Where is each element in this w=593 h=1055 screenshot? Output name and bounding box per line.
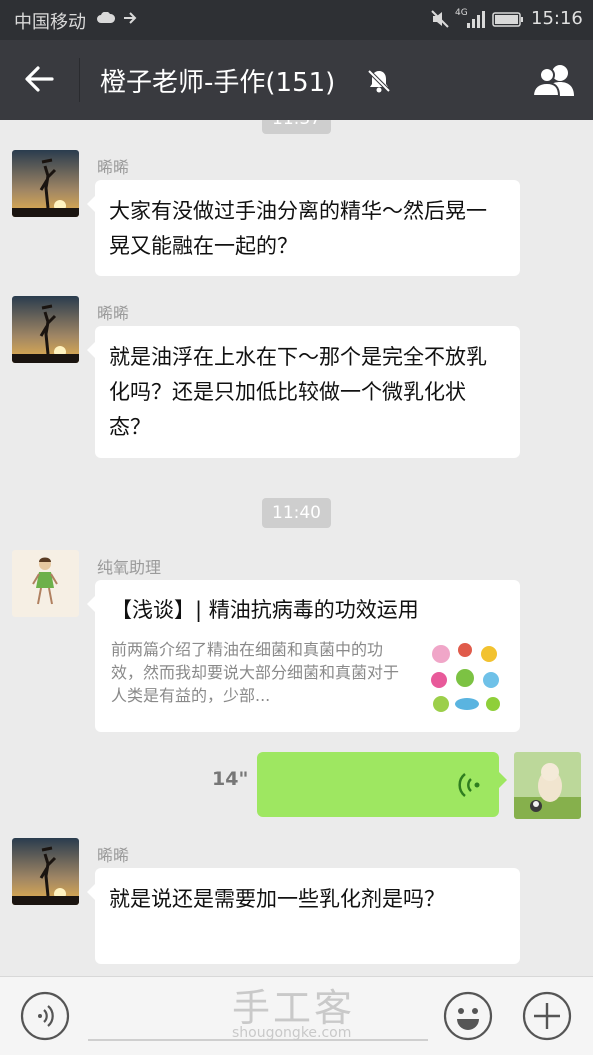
chat-title: 橙子老师-手作(151)	[100, 68, 336, 98]
status-bar: 中国移动 4G 15:16	[0, 0, 593, 40]
emoji-icon[interactable]	[443, 991, 493, 1041]
plus-icon[interactable]	[522, 991, 572, 1041]
input-bar: 手工客 shougongke.com	[0, 976, 593, 1055]
text-message[interactable]: 就是油浮在上水在下～那个是完全不放乳化吗？还是只加低比较做一个微乳化状态？	[87, 326, 520, 458]
avatar-girl-illustration	[32, 557, 58, 605]
card-title: 【浅谈】| 精油抗病毒的功效运用	[111, 598, 419, 622]
message-text: 就是说还是需要加一些乳化剂是吗？	[109, 887, 445, 911]
avatar[interactable]	[12, 838, 79, 905]
message-list[interactable]: 11:37 晞晞 大家有没做过手油分离的精华～然后晃一晃又能融在一起的？ 晞晞 …	[0, 120, 593, 976]
header-divider	[79, 58, 80, 102]
germ-cartoon-thumbnail	[425, 638, 505, 718]
mute-icon	[431, 10, 449, 28]
voice-wave-icon	[458, 773, 480, 797]
watermark-logo: 手工客	[232, 986, 356, 1030]
cloud-icon	[97, 12, 116, 23]
voice-mode-icon[interactable]	[20, 991, 70, 1041]
carrier-label: 中国移动	[14, 12, 86, 33]
group-members-icon[interactable]	[530, 62, 578, 98]
sender-name: 晞晞	[97, 304, 130, 323]
link-card-message[interactable]: 【浅谈】| 精油抗病毒的功效运用 前两篇介绍了精油在细菌和真菌中的功效，然而我却…	[87, 580, 520, 732]
chat-header: 橙子老师-手作(151)	[0, 40, 593, 120]
watermark-url: shougongke.com	[232, 1025, 352, 1041]
avatar-dog-photo	[514, 752, 581, 819]
avatar-sunset-image	[12, 296, 79, 363]
avatar[interactable]	[12, 296, 79, 363]
sender-name: 晞晞	[97, 846, 130, 865]
avatar[interactable]	[12, 550, 79, 617]
avatar-sunset-image	[12, 150, 79, 217]
avatar-sunset-image	[12, 838, 79, 905]
sender-name: 晞晞	[97, 158, 130, 177]
message-text: 就是油浮在上水在下～那个是完全不放乳化吗？还是只加低比较做一个微乳化状态？	[109, 345, 487, 439]
text-message[interactable]: 大家有没做过手油分离的精华～然后晃一晃又能融在一起的？	[87, 180, 520, 276]
muted-bell-icon	[367, 69, 391, 93]
text-message[interactable]: 就是说还是需要加一些乳化剂是吗？	[87, 868, 520, 964]
my-avatar[interactable]	[514, 752, 581, 819]
timestamp: 11:40	[262, 498, 331, 528]
signal-icon	[467, 11, 485, 28]
voice-duration: 14"	[212, 768, 249, 790]
voice-message[interactable]	[257, 752, 507, 817]
avatar[interactable]	[12, 150, 79, 217]
card-description: 前两篇介绍了精油在细菌和真菌中的功效，然而我却要说大部分细菌和真菌对于人类是有益…	[111, 640, 400, 705]
clock: 15:16	[531, 8, 583, 29]
battery-icon	[492, 12, 523, 27]
back-arrow-icon[interactable]	[22, 62, 56, 96]
message-text: 大家有没做过手油分离的精华～然后晃一晃又能融在一起的？	[109, 199, 487, 258]
timestamp: 11:37	[262, 120, 331, 134]
hotspot-icon	[124, 12, 137, 24]
sender-name: 纯氧助理	[97, 558, 162, 577]
